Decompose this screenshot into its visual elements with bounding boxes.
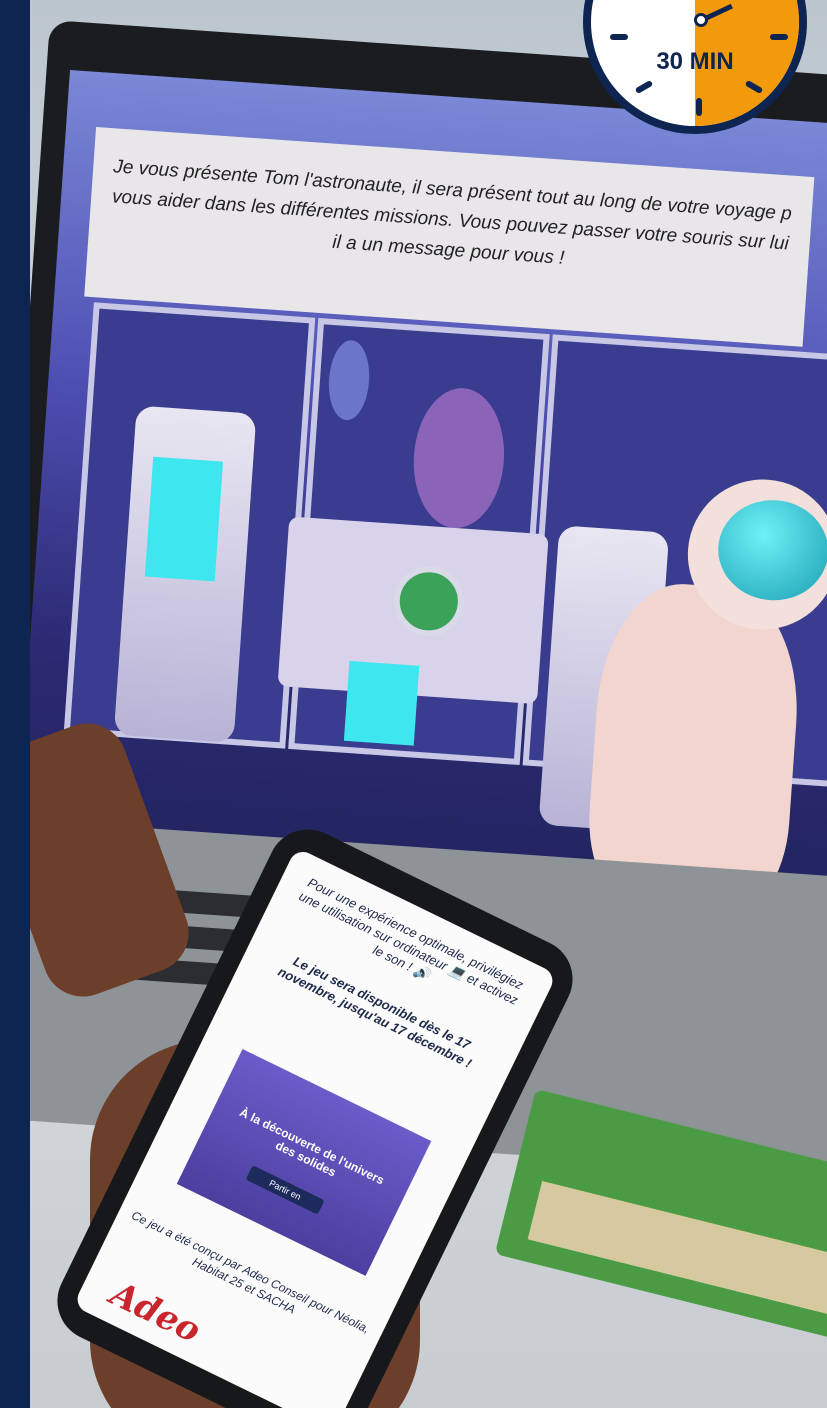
console-glow	[343, 660, 420, 746]
timer-center-icon	[694, 13, 708, 27]
timer-tick	[634, 79, 654, 95]
timer-label: 30 MIN	[656, 48, 734, 75]
game-start-button[interactable]: Partir en	[245, 1165, 325, 1215]
timer-tick	[610, 34, 628, 40]
game-banner: À la découverte de l'univers des solides…	[176, 1049, 432, 1276]
seat-glow-left	[144, 456, 224, 582]
left-navy-stripe	[0, 0, 30, 1408]
game-banner-title: À la découverte de l'univers des solides	[237, 1105, 387, 1188]
timer-tick	[696, 98, 702, 116]
photo-scene: Je vous présente Tom l'astronaute, il se…	[30, 0, 827, 1408]
timer-tick	[770, 34, 788, 40]
